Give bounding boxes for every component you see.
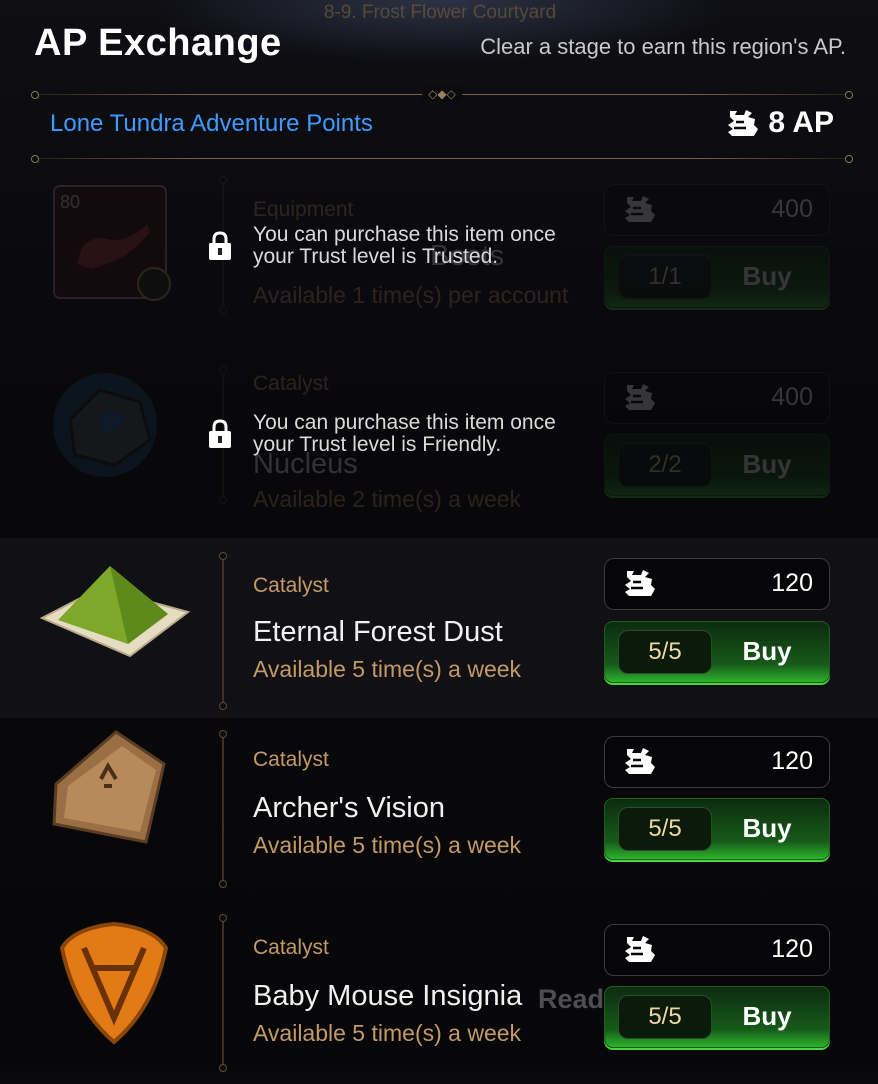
- item-price-box: 120: [604, 924, 830, 976]
- ap-total: 8 AP: [724, 106, 834, 140]
- region-divider: [31, 155, 853, 163]
- buy-button[interactable]: 5/5 Buy: [604, 798, 830, 860]
- item-price-box: 120: [604, 736, 830, 788]
- row-separator: [219, 914, 227, 1072]
- purchase-count: 5/5: [618, 807, 712, 851]
- item-name: Eternal Forest Dust: [253, 616, 503, 648]
- item-category: Catalyst: [253, 574, 329, 597]
- buy-button-label: Buy: [742, 449, 792, 479]
- item-availability: Available 5 time(s) a week: [253, 1020, 522, 1046]
- ap-currency-icon: [625, 570, 655, 596]
- ap-currency-icon: [625, 196, 655, 222]
- item-level-badge: 80: [60, 192, 81, 212]
- item-thumbnail: 80: [40, 184, 190, 314]
- item-price: 120: [771, 935, 813, 963]
- item-thumbnail: [40, 918, 190, 1048]
- lock-icon: [209, 231, 231, 260]
- purchase-count: 5/5: [618, 630, 712, 674]
- item-name: Baby Mouse Insignia: [253, 980, 523, 1012]
- row-separator: [219, 730, 227, 888]
- item-name: Archer's Vision: [253, 792, 445, 824]
- buy-button-label: Buy: [742, 1001, 792, 1031]
- exchange-item-row: Catalyst Baby Mouse Insignia Available 5…: [0, 904, 878, 1084]
- item-price: 120: [771, 569, 813, 597]
- region-ap-label: Lone Tundra Adventure Points: [50, 110, 373, 137]
- item-price-box: 400: [604, 184, 830, 236]
- item-thumbnail: [40, 724, 190, 854]
- row-separator: [219, 552, 227, 710]
- buy-button[interactable]: 2/2 Buy: [604, 434, 830, 496]
- buy-button[interactable]: 1/1 Buy: [604, 246, 830, 308]
- exchange-item-row: 80 Equipment Boots Available 1 time(s) p…: [0, 172, 878, 352]
- exchange-item-row: Catalyst Eternal Forest Dust Available 5…: [0, 538, 878, 718]
- header-divider: ◇◆◇: [31, 87, 853, 101]
- lock-message: You can purchase this item once your Tru…: [253, 411, 556, 456]
- item-availability: Available 5 time(s) a week: [253, 656, 522, 682]
- item-category: Catalyst: [253, 936, 329, 959]
- page-subtitle: Clear a stage to earn this region's AP.: [480, 34, 846, 59]
- ap-total-value: 8 AP: [768, 106, 834, 139]
- purchase-count: 5/5: [618, 995, 712, 1039]
- stage-location-label: 8-9. Frost Flower Courtyard: [323, 2, 557, 23]
- page-title: AP Exchange: [34, 22, 282, 64]
- ap-currency-icon: [625, 748, 655, 774]
- lock-notice: You can purchase this item once your Tru…: [205, 224, 583, 268]
- buy-button-label: Buy: [742, 636, 792, 666]
- ap-currency-icon: [625, 384, 655, 410]
- lock-notice: You can purchase this item once your Tru…: [205, 412, 583, 456]
- ap-currency-icon: [728, 110, 759, 136]
- purchase-count: 2/2: [618, 443, 712, 487]
- item-price: 120: [771, 747, 813, 775]
- item-thumbnail: [40, 360, 190, 490]
- lock-message: You can purchase this item once your Tru…: [253, 223, 556, 268]
- exchange-item-row: Catalyst Nucleus Available 2 time(s) a w…: [0, 360, 878, 540]
- buy-button-label: Buy: [742, 261, 792, 291]
- item-category: Catalyst: [253, 372, 329, 395]
- item-price-box: 120: [604, 558, 830, 610]
- item-category: Equipment: [253, 198, 354, 221]
- item-price: 400: [771, 383, 813, 411]
- lock-icon: [209, 419, 231, 448]
- item-thumbnail: [40, 556, 190, 686]
- item-availability: Available 1 time(s) per account: [253, 282, 569, 308]
- ap-currency-icon: [625, 936, 655, 962]
- item-category: Catalyst: [253, 748, 329, 771]
- buy-button-label: Buy: [742, 813, 792, 843]
- item-availability: Available 5 time(s) a week: [253, 832, 522, 858]
- item-price: 400: [771, 195, 813, 223]
- divider-ornament-icon: ◇◆◇: [422, 87, 462, 101]
- item-availability: Available 2 time(s) a week: [253, 486, 522, 512]
- purchase-count: 1/1: [618, 255, 712, 299]
- buy-button[interactable]: 5/5 Buy: [604, 986, 830, 1048]
- buy-button[interactable]: 5/5 Buy: [604, 621, 830, 683]
- exchange-item-row: Catalyst Archer's Vision Available 5 tim…: [0, 716, 878, 896]
- item-price-box: 400: [604, 372, 830, 424]
